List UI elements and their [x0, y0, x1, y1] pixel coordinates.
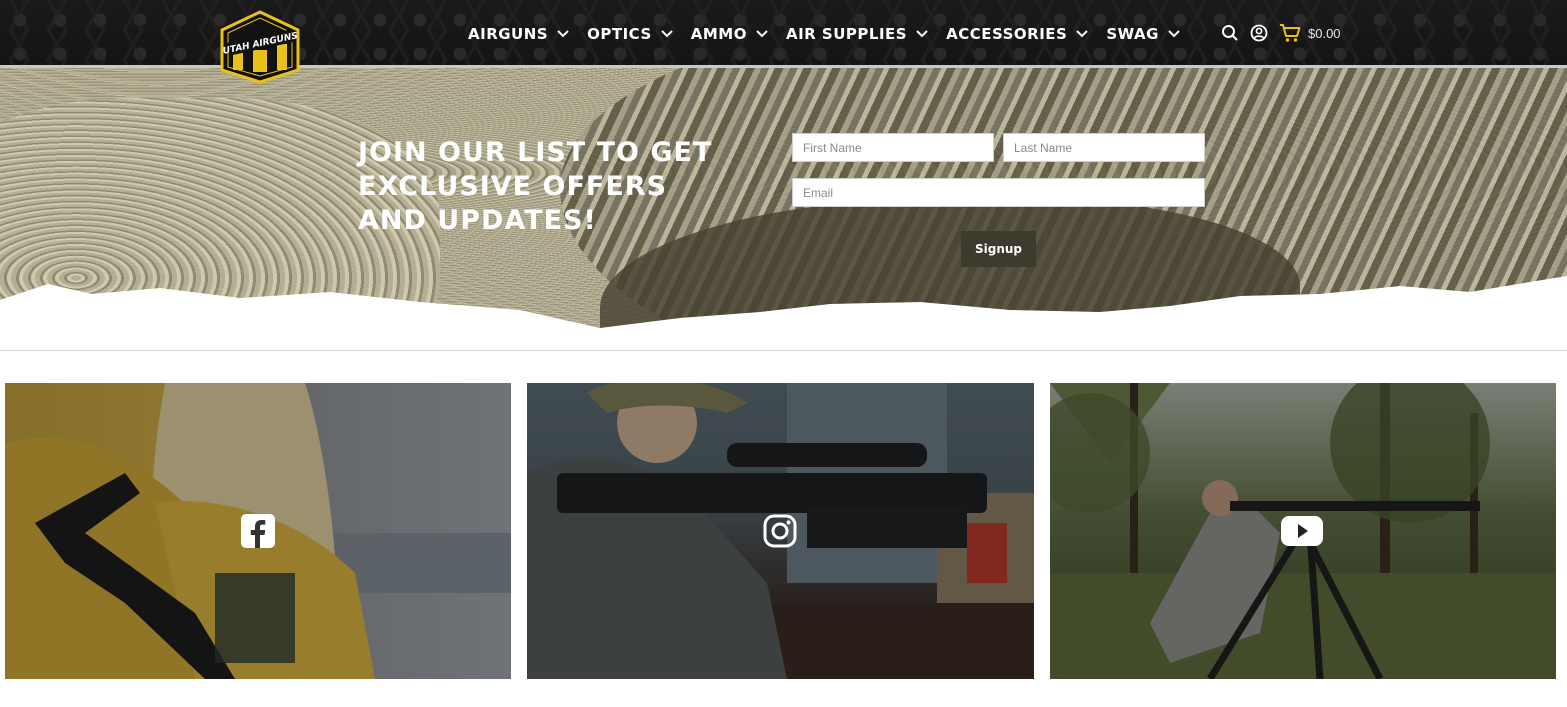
signup-button[interactable]: Signup	[961, 231, 1036, 267]
youtube-tile[interactable]	[1050, 383, 1556, 679]
account-icon[interactable]	[1249, 23, 1269, 43]
nav-optics[interactable]: OPTICS	[587, 22, 673, 46]
nav-label: AIR SUPPLIES	[785, 25, 908, 43]
mountain-divider	[0, 276, 1567, 332]
logo-shield-icon: UTAH AIRGUNS	[220, 10, 300, 84]
chevron-down-icon	[1168, 30, 1180, 38]
main-nav: AIRGUNS OPTICS AMMO AIR SUPPLIES ACCESSO…	[468, 22, 1198, 46]
nav-label: SWAG	[1106, 25, 1159, 43]
signup-heading: JOIN OUR LIST TO GET EXCLUSIVE OFFERS AN…	[358, 137, 713, 236]
email-field[interactable]	[792, 178, 1205, 207]
nav-label: ACCESSORIES	[946, 25, 1068, 43]
instagram-icon[interactable]	[763, 514, 797, 548]
nav-air-supplies[interactable]: AIR SUPPLIES	[786, 22, 928, 46]
cart-total[interactable]: $0.00	[1308, 26, 1341, 41]
nav-airguns[interactable]: AIRGUNS	[468, 22, 569, 46]
nav-label: AMMO	[690, 25, 747, 43]
last-name-field[interactable]	[1003, 133, 1205, 162]
chevron-down-icon	[1076, 30, 1089, 38]
chevron-down-icon	[916, 30, 928, 38]
section-divider	[0, 350, 1567, 351]
chevron-down-icon	[557, 30, 569, 38]
search-icon[interactable]	[1220, 23, 1240, 43]
chevron-down-icon	[661, 30, 673, 38]
facebook-tile[interactable]	[5, 383, 511, 679]
header-icons: $0.00	[1220, 23, 1341, 43]
cart-icon[interactable]	[1278, 23, 1302, 43]
nav-label: OPTICS	[587, 25, 652, 43]
chevron-down-icon	[756, 30, 768, 38]
first-name-field[interactable]	[792, 133, 994, 162]
nav-ammo[interactable]: AMMO	[691, 22, 768, 46]
youtube-icon[interactable]	[1281, 516, 1323, 546]
nav-label: AIRGUNS	[468, 25, 549, 43]
facebook-icon[interactable]	[241, 514, 275, 548]
site-logo[interactable]: UTAH AIRGUNS	[219, 10, 301, 84]
nav-swag[interactable]: SWAG	[1106, 22, 1180, 46]
instagram-tile[interactable]	[527, 383, 1034, 679]
nav-accessories[interactable]: ACCESSORIES	[946, 22, 1089, 46]
